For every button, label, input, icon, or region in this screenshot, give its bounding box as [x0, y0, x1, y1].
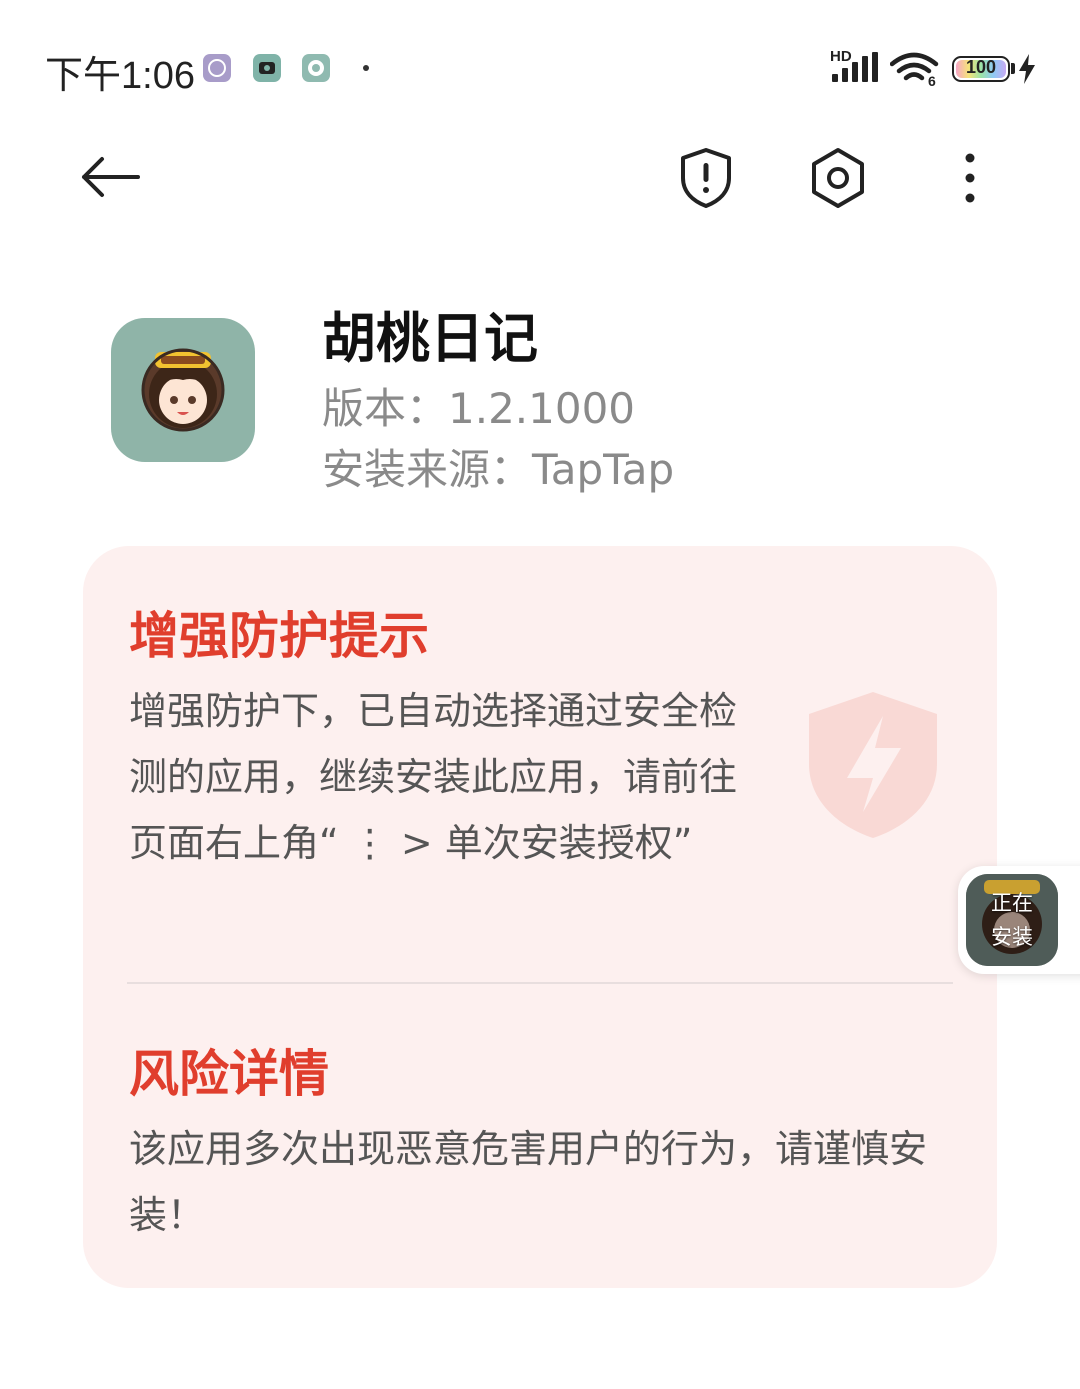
card-divider	[127, 982, 953, 984]
risk-text: 该应用多次出现恶意危害用户的行为，请谨慎安装！	[129, 1127, 928, 1237]
app-avatar-image	[141, 348, 225, 432]
more-notifications-dot	[363, 65, 369, 71]
settings-button[interactable]	[802, 142, 874, 214]
protection-title: 增强防护提示	[129, 607, 429, 665]
battery-level: 100	[965, 57, 997, 77]
gear-icon	[812, 148, 864, 208]
battery-tip	[1011, 63, 1015, 74]
signal-icon	[832, 52, 878, 82]
protection-text: 增强防护下，已自动选择通过安全检测的应用，继续安装此应用，请前往页面右上角“ ⋮…	[129, 689, 738, 865]
install-source: 安装来源：TapTap	[322, 445, 675, 494]
status-bar: 下午1:06 HD 6 100	[0, 0, 1080, 130]
more-options-button[interactable]	[940, 140, 1000, 216]
game-app-icon	[302, 54, 330, 82]
app-icon	[111, 318, 255, 462]
back-button[interactable]	[70, 145, 150, 209]
compass-app-icon	[203, 54, 231, 82]
camera-app-icon	[253, 54, 281, 82]
shield-lightning-icon	[809, 692, 937, 838]
arrow-left-icon	[82, 157, 140, 197]
charging-icon	[1019, 54, 1035, 84]
status-time: 下午1:06	[45, 55, 195, 97]
app-name: 胡桃日记	[322, 307, 538, 370]
warning-card: 增强防护提示 增强防护下，已自动选择通过安全检测的应用，继续安装此应用，请前往页…	[83, 546, 997, 1288]
installing-label: 正在 安装	[991, 891, 1033, 949]
more-vertical-icon	[965, 153, 975, 203]
app-version: 版本：1.2.1000	[322, 384, 636, 433]
installing-bubble[interactable]: 正在 安装	[958, 866, 1080, 974]
svg-text:6: 6	[928, 73, 936, 88]
battery-icon: 100	[952, 56, 1010, 82]
security-button[interactable]	[670, 140, 742, 216]
risk-title: 风险详情	[129, 1045, 329, 1103]
shield-alert-icon	[681, 148, 731, 208]
wifi-icon: 6	[890, 52, 939, 88]
